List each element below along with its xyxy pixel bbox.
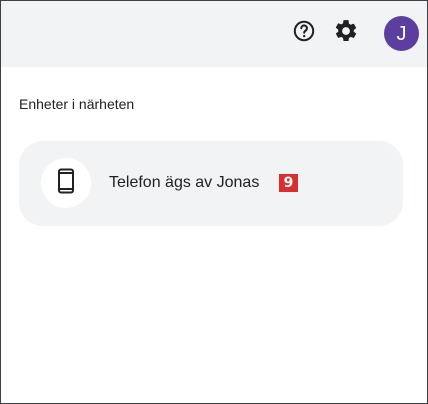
- account-avatar[interactable]: J: [384, 16, 419, 51]
- gear-icon: [333, 18, 359, 49]
- app-window: J Enheter i närheten Telefon ägs av Jona…: [0, 0, 428, 404]
- notification-badge: 9: [279, 174, 298, 192]
- device-icon-circle: [41, 158, 91, 208]
- nearby-devices-heading: Enheter i närheten: [19, 96, 135, 112]
- device-name: Telefon ägs av Jonas: [109, 174, 260, 191]
- help-button[interactable]: [288, 17, 320, 49]
- help-circle-icon: [292, 19, 316, 48]
- phone-icon: [57, 168, 75, 199]
- top-bar: J: [1, 1, 427, 67]
- device-card-phone[interactable]: Telefon ägs av Jonas 9: [19, 141, 403, 226]
- settings-button[interactable]: [330, 17, 362, 49]
